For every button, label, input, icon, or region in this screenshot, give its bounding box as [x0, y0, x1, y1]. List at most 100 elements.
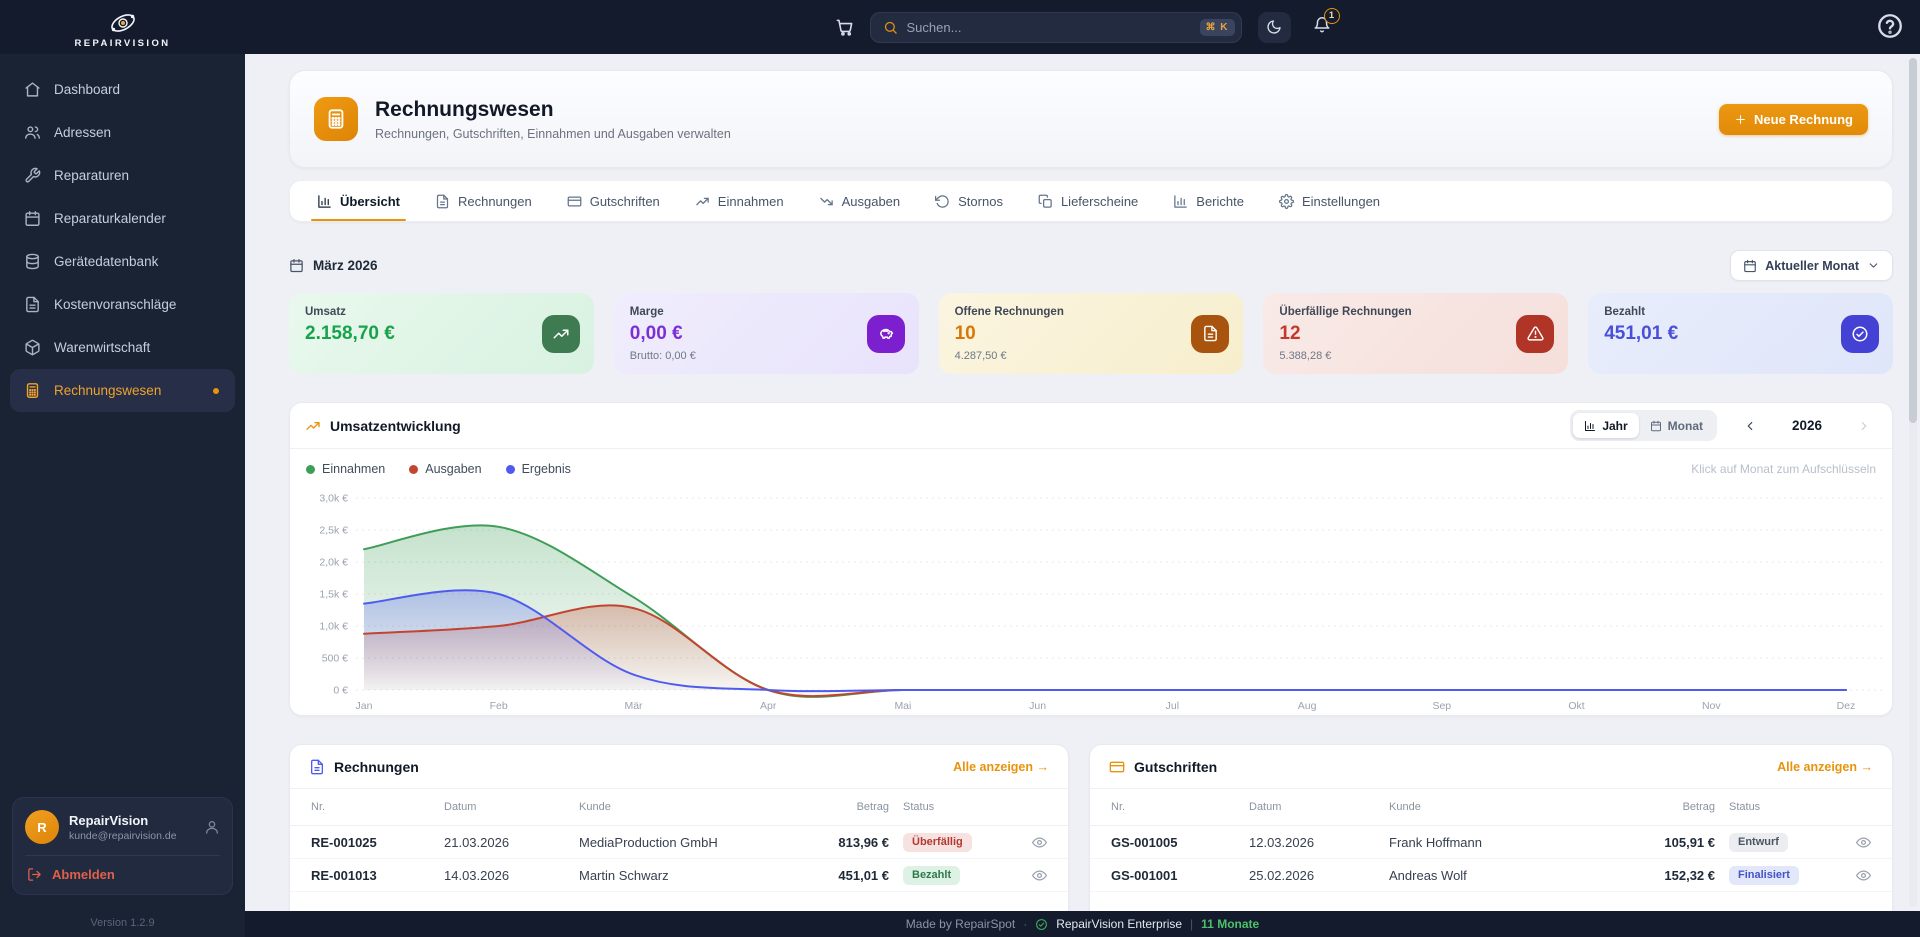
- sidebar-item-dashboard[interactable]: Dashboard: [0, 68, 245, 111]
- tab-uebersicht[interactable]: Übersicht: [317, 181, 400, 221]
- table-row[interactable]: GS-001005 12.03.2026 Frank Hoffmann 105,…: [1090, 826, 1892, 859]
- scrollbar[interactable]: [1909, 58, 1917, 907]
- sidebar-item-reparaturen[interactable]: Reparaturen: [0, 154, 245, 197]
- chart-title: Umsatzentwicklung: [305, 418, 461, 434]
- tab-gutschriften[interactable]: Gutschriften: [567, 181, 660, 221]
- sidebar-item-warenwirtschaft[interactable]: Warenwirtschaft: [0, 326, 245, 369]
- page-subtitle: Rechnungen, Gutschriften, Einnahmen und …: [375, 127, 731, 141]
- stats-row: Umsatz 2.158,70 € Marge 0,00 € Brutto: 0…: [289, 293, 1893, 374]
- legend-dot: [306, 465, 315, 474]
- svg-text:Mär: Mär: [624, 700, 643, 712]
- table-header-row: Nr. Datum Kunde Betrag Status: [290, 789, 1068, 826]
- svg-text:Feb: Feb: [490, 700, 508, 712]
- new-invoice-button[interactable]: Neue Rechnung: [1719, 104, 1868, 135]
- period-selector[interactable]: Aktueller Monat: [1730, 250, 1893, 281]
- sidebar-item-rechnungswesen[interactable]: Rechnungswesen: [10, 369, 235, 412]
- chevron-left-icon[interactable]: [1737, 413, 1763, 439]
- calculator-icon: [24, 382, 41, 399]
- rotate-ccw-icon: [935, 194, 950, 209]
- bar-chart-icon: [1173, 194, 1188, 209]
- sidebar-item-kostenvoranschlaege[interactable]: Kostenvoranschläge: [0, 283, 245, 326]
- help-icon: [1876, 12, 1904, 40]
- svg-text:Mai: Mai: [894, 700, 911, 712]
- view-button[interactable]: [1019, 868, 1047, 883]
- table-row[interactable]: RE-001025 21.03.2026 MediaProduction Gmb…: [290, 826, 1068, 859]
- mode-year-button[interactable]: Jahr: [1573, 413, 1638, 438]
- dark-mode-toggle[interactable]: [1258, 12, 1291, 43]
- svg-text:Nov: Nov: [1702, 700, 1721, 712]
- module-icon: [314, 97, 358, 141]
- show-all-link[interactable]: Alle anzeigen →: [1777, 760, 1873, 774]
- status-badge: Entwurf: [1729, 833, 1788, 852]
- sidebar: Dashboard Adressen Reparaturen Reparatur…: [0, 54, 245, 937]
- tab-rechnungen[interactable]: Rechnungen: [435, 181, 532, 221]
- revenue-area-chart[interactable]: 3,0k €2,5k €2,0k €1,5k €1,0k €500 €0 €Ja…: [290, 480, 1892, 715]
- tab-ausgaben[interactable]: Ausgaben: [819, 181, 901, 221]
- keyboard-shortcut-badge: ⌘ K: [1200, 19, 1235, 36]
- chevron-right-icon[interactable]: [1851, 413, 1877, 439]
- gutschriften-table-card: Gutschriften Alle anzeigen → Nr. Datum K…: [1089, 744, 1893, 936]
- chart-controls: Jahr Monat 2026: [1570, 410, 1877, 441]
- show-all-link[interactable]: Alle anzeigen →: [953, 760, 1049, 774]
- notifications-button[interactable]: 1: [1313, 16, 1331, 39]
- app-logo[interactable]: REPAIRVISION: [0, 0, 245, 54]
- eye-icon: [1032, 868, 1047, 883]
- file-icon: [435, 194, 450, 209]
- sidebar-nav: Dashboard Adressen Reparaturen Reparatur…: [0, 54, 245, 412]
- mode-month-button[interactable]: Monat: [1639, 413, 1714, 438]
- scrollbar-thumb[interactable]: [1909, 58, 1917, 423]
- svg-text:500 €: 500 €: [322, 653, 348, 665]
- main-content: Rechnungswesen Rechnungen, Gutschriften,…: [245, 54, 1920, 937]
- tab-einstellungen[interactable]: Einstellungen: [1279, 181, 1380, 221]
- tab-bar: Übersicht Rechnungen Gutschriften Einnah…: [289, 180, 1893, 222]
- bar-chart-icon: [1584, 420, 1596, 432]
- tab-stornos[interactable]: Stornos: [935, 181, 1003, 221]
- eye-icon: [1856, 868, 1871, 883]
- sidebar-item-adressen[interactable]: Adressen: [0, 111, 245, 154]
- gear-icon: [1279, 194, 1294, 209]
- svg-text:0 €: 0 €: [333, 685, 348, 697]
- table-row[interactable]: GS-001001 25.02.2026 Andreas Wolf 152,32…: [1090, 859, 1892, 892]
- year-label: 2026: [1771, 418, 1843, 433]
- view-button[interactable]: [1843, 835, 1871, 850]
- eye-icon: [1856, 835, 1871, 850]
- sidebar-item-geraetedatenbank[interactable]: Gerätedatenbank: [0, 240, 245, 283]
- help-button[interactable]: [1876, 12, 1904, 40]
- logout-icon: [27, 867, 42, 882]
- check-circle-icon: [1035, 918, 1048, 931]
- stat-card-offene-rechnungen: Offene Rechnungen 10 4.287,50 €: [939, 293, 1244, 374]
- sidebar-item-reparaturkalender[interactable]: Reparaturkalender: [0, 197, 245, 240]
- table-row[interactable]: RE-001013 14.03.2026 Martin Schwarz 451,…: [290, 859, 1068, 892]
- view-button[interactable]: [1843, 868, 1871, 883]
- topbar: REPAIRVISION ⌘ K 1: [0, 0, 1920, 54]
- footer: Made by RepairSpot · RepairVision Enterp…: [245, 911, 1920, 937]
- view-mode-toggle: Jahr Monat: [1570, 410, 1717, 441]
- copy-icon: [1038, 194, 1053, 209]
- database-icon: [24, 253, 41, 270]
- stat-card-bezahlt: Bezahlt 451,01 €: [1588, 293, 1893, 374]
- cart-icon: [835, 18, 854, 37]
- active-indicator-dot: [213, 388, 219, 394]
- status-badge: Bezahlt: [903, 866, 960, 885]
- search-input[interactable]: [907, 20, 1191, 35]
- tab-lieferscheine[interactable]: Lieferscheine: [1038, 181, 1138, 221]
- package-icon: [24, 339, 41, 356]
- page-header: Rechnungswesen Rechnungen, Gutschriften,…: [289, 70, 1893, 168]
- search-box[interactable]: ⌘ K: [870, 12, 1242, 43]
- cart-button[interactable]: [835, 18, 854, 37]
- tab-berichte[interactable]: Berichte: [1173, 181, 1244, 221]
- period-row: März 2026 Aktueller Monat: [289, 250, 1893, 281]
- logo-text: REPAIRVISION: [74, 38, 170, 49]
- chevron-down-icon: [1867, 259, 1880, 272]
- trending-down-icon: [819, 194, 834, 209]
- svg-text:Jul: Jul: [1166, 700, 1179, 712]
- rechnungen-table-card: Rechnungen Alle anzeigen → Nr. Datum Kun…: [289, 744, 1069, 936]
- logo-icon: [107, 10, 139, 36]
- file-text-icon: [1191, 315, 1229, 353]
- tab-einnahmen[interactable]: Einnahmen: [695, 181, 784, 221]
- svg-text:1,0k €: 1,0k €: [319, 621, 348, 633]
- file-text-icon: [24, 296, 41, 313]
- logout-button[interactable]: Abmelden: [25, 867, 220, 882]
- view-button[interactable]: [1019, 835, 1047, 850]
- legend-ergebnis: Ergebnis: [506, 462, 571, 476]
